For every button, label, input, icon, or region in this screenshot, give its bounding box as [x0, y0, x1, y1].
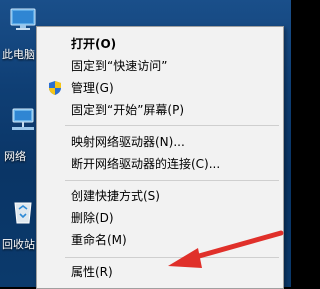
- menu-item-manage[interactable]: 管理(G): [37, 77, 283, 99]
- red-arrow-icon: [168, 230, 284, 268]
- desktop: 此电脑 网络 回收站 打开(O) 固定到“快速访问” 管理(G) 固定到“开始”…: [0, 0, 291, 289]
- admin-shield-icon: [49, 81, 61, 95]
- network-icon: [12, 108, 34, 130]
- menu-item-map-network-drive[interactable]: 映射网络驱动器(N)...: [37, 131, 283, 153]
- menu-separator: [65, 125, 279, 126]
- menu-item-disconnect-network-drive[interactable]: 断开网络驱动器的连接(C)...: [37, 153, 283, 175]
- desktop-icon-label: 回收站: [2, 238, 35, 251]
- menu-item-pin-quick-access[interactable]: 固定到“快速访问”: [37, 55, 283, 77]
- recycle-bin-icon: [14, 202, 32, 224]
- menu-item-create-shortcut[interactable]: 创建快捷方式(S): [37, 185, 283, 207]
- menu-separator: [65, 180, 279, 181]
- desktop-icon-label: 此电脑: [2, 48, 35, 61]
- computer-icon: [10, 8, 36, 30]
- menu-item-pin-start[interactable]: 固定到“开始”屏幕(P): [37, 99, 283, 121]
- menu-item-open[interactable]: 打开(O): [37, 33, 283, 55]
- desktop-icon-label: 网络: [4, 150, 26, 163]
